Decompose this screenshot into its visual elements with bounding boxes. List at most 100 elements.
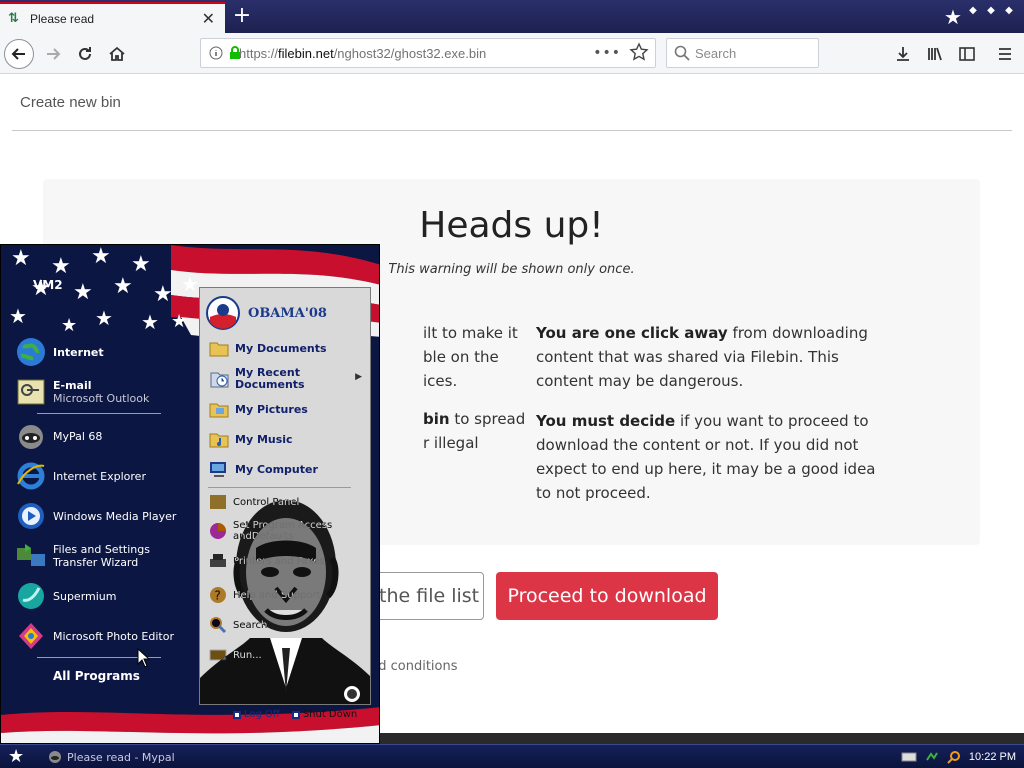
reload-button[interactable]: [70, 39, 100, 69]
close-window-icon[interactable]: ◆: [1002, 4, 1016, 18]
taskbar-item-mypal[interactable]: Please read - Mypal: [48, 748, 178, 766]
start-item-media-player[interactable]: Windows Media Player: [15, 497, 176, 535]
lock-icon: [230, 46, 240, 59]
start-item-run[interactable]: Run...: [208, 644, 262, 666]
start-item-my-music[interactable]: My Music: [208, 426, 293, 452]
minimize-icon[interactable]: ◆: [966, 4, 980, 18]
navigation-toolbar: https://filebin.net/nghost32/ghost32.exe…: [0, 33, 1024, 74]
start-item-control-panel[interactable]: Control Panel: [208, 491, 299, 513]
svg-text:★: ★: [141, 310, 159, 334]
start-item-internet[interactable]: Internet: [15, 333, 104, 371]
start-item-program-access[interactable]: Set Program Access andDefaults: [208, 518, 370, 544]
item-label: E-mail: [53, 379, 92, 392]
right-p1-bold: You are one click away: [536, 324, 728, 342]
start-item-my-computer[interactable]: My Computer: [208, 456, 318, 482]
page-actions-icon[interactable]: •••: [593, 45, 621, 61]
svg-text:★: ★: [153, 282, 173, 307]
library-button[interactable]: [920, 39, 950, 69]
terms-link[interactable]: nd conditions: [370, 659, 458, 674]
back-arrow-icon: [11, 48, 25, 60]
info-icon[interactable]: [209, 46, 223, 60]
right-paragraph-1: You are one click away from downloading …: [536, 321, 881, 393]
start-item-my-recent-documents[interactable]: My Recent Documents: [208, 364, 305, 394]
menu-divider: [37, 413, 161, 414]
left-p1-line3: ices.: [423, 372, 458, 390]
horizontal-scrollbar[interactable]: [380, 733, 1024, 744]
shut-down-button[interactable]: Shut Down: [291, 709, 357, 720]
item-label: My Music: [235, 432, 293, 446]
reload-icon: [79, 47, 91, 60]
start-item-mypal[interactable]: MyPal 68: [15, 417, 102, 455]
url-bar[interactable]: https://filebin.net/nghost32/ghost32.exe…: [200, 38, 656, 68]
close-tab-icon[interactable]: ✕: [202, 9, 215, 28]
item-label: My Computer: [235, 462, 318, 476]
hamburger-menu-icon: [999, 48, 1011, 60]
item-label: Windows Media Player: [53, 509, 177, 523]
left-p1-line2: ble on the: [423, 348, 499, 366]
url-text[interactable]: https://filebin.net/nghost32/ghost32.exe…: [239, 46, 486, 61]
item-label: Microsoft Photo Editor: [53, 629, 174, 643]
item-label: Run...: [233, 649, 262, 661]
search-icon: [210, 617, 227, 634]
create-new-bin-link[interactable]: Create new bin: [20, 94, 121, 111]
recent-documents-icon: [210, 372, 229, 388]
start-item-internet-explorer[interactable]: Internet Explorer: [15, 457, 146, 495]
folder-pictures-icon: [209, 403, 229, 418]
network-icon[interactable]: [925, 750, 939, 764]
start-item-supermium[interactable]: Supermium: [15, 577, 117, 615]
download-icon: [897, 47, 909, 61]
back-button[interactable]: [4, 39, 34, 69]
left-p2-line2: r illegal: [423, 434, 479, 452]
svg-text:★: ★: [131, 252, 151, 277]
shut-down-icon: [291, 710, 300, 719]
bookmark-star-icon[interactable]: [629, 42, 649, 62]
proceed-to-download-button[interactable]: Proceed to download: [496, 572, 718, 620]
forward-button[interactable]: [38, 39, 68, 69]
svg-text:★: ★: [91, 245, 111, 269]
start-menu-right-pane: OBAMA'08 My Documents My Recent Documents…: [199, 287, 371, 705]
item-label: Supermium: [53, 589, 117, 603]
start-item-email[interactable]: E-mail Microsoft Outlook: [15, 373, 149, 411]
tab-strip: ⇅ Please read ✕ + ★ ◆ ◆ ◆: [0, 0, 1024, 33]
tab-please-read[interactable]: ⇅ Please read ✕: [0, 2, 225, 33]
start-item-my-pictures[interactable]: My Pictures: [208, 396, 308, 422]
item-label-line2: Transfer Wizard: [53, 556, 139, 569]
svg-text:★: ★: [181, 272, 199, 296]
item-label-line2: Documents: [235, 378, 305, 391]
start-button[interactable]: ★: [8, 746, 24, 767]
left-p1-line1: ilt to make it: [423, 324, 518, 342]
keyboard-icon[interactable]: [901, 751, 917, 763]
svg-text:?: ?: [215, 589, 221, 603]
downloads-button[interactable]: [888, 39, 918, 69]
submenu-arrow-icon: ▶: [355, 372, 362, 382]
log-off-button[interactable]: Log Off: [233, 709, 280, 720]
new-tab-button[interactable]: +: [230, 3, 254, 29]
item-label: Internet Explorer: [53, 469, 146, 483]
left-p2-rest: to spread: [449, 410, 526, 428]
svg-text:★: ★: [95, 306, 113, 330]
sidebar-button[interactable]: [952, 39, 982, 69]
svg-text:★: ★: [171, 311, 187, 332]
program-access-icon: [210, 523, 226, 539]
menu-button[interactable]: [990, 39, 1020, 69]
start-item-transfer-wizard[interactable]: Files and Settings Transfer Wizard: [15, 537, 150, 575]
search-tray-icon[interactable]: [947, 750, 961, 764]
start-item-search[interactable]: Search: [208, 614, 267, 636]
star-logo-icon: ★: [944, 5, 962, 29]
search-input[interactable]: [695, 45, 805, 61]
maximize-icon[interactable]: ◆: [984, 4, 998, 18]
search-bar[interactable]: [666, 38, 819, 68]
home-button[interactable]: [102, 39, 132, 69]
search-icon: [674, 45, 690, 61]
globe-icon: [17, 338, 45, 366]
start-item-printers[interactable]: Printers and Faxes: [208, 550, 325, 572]
item-label: My Documents: [235, 341, 327, 355]
item-label: Help and Support: [233, 589, 321, 601]
all-programs-button[interactable]: All Programs: [53, 669, 140, 683]
taskbar: ★ Please read - Mypal 10:22 PM: [0, 744, 1024, 768]
svg-text:★: ★: [113, 274, 133, 299]
start-item-help[interactable]: ? Help and Support: [208, 584, 321, 606]
start-item-my-documents[interactable]: My Documents: [208, 335, 327, 361]
forward-arrow-icon: [47, 48, 61, 60]
svg-text:★: ★: [9, 304, 27, 328]
